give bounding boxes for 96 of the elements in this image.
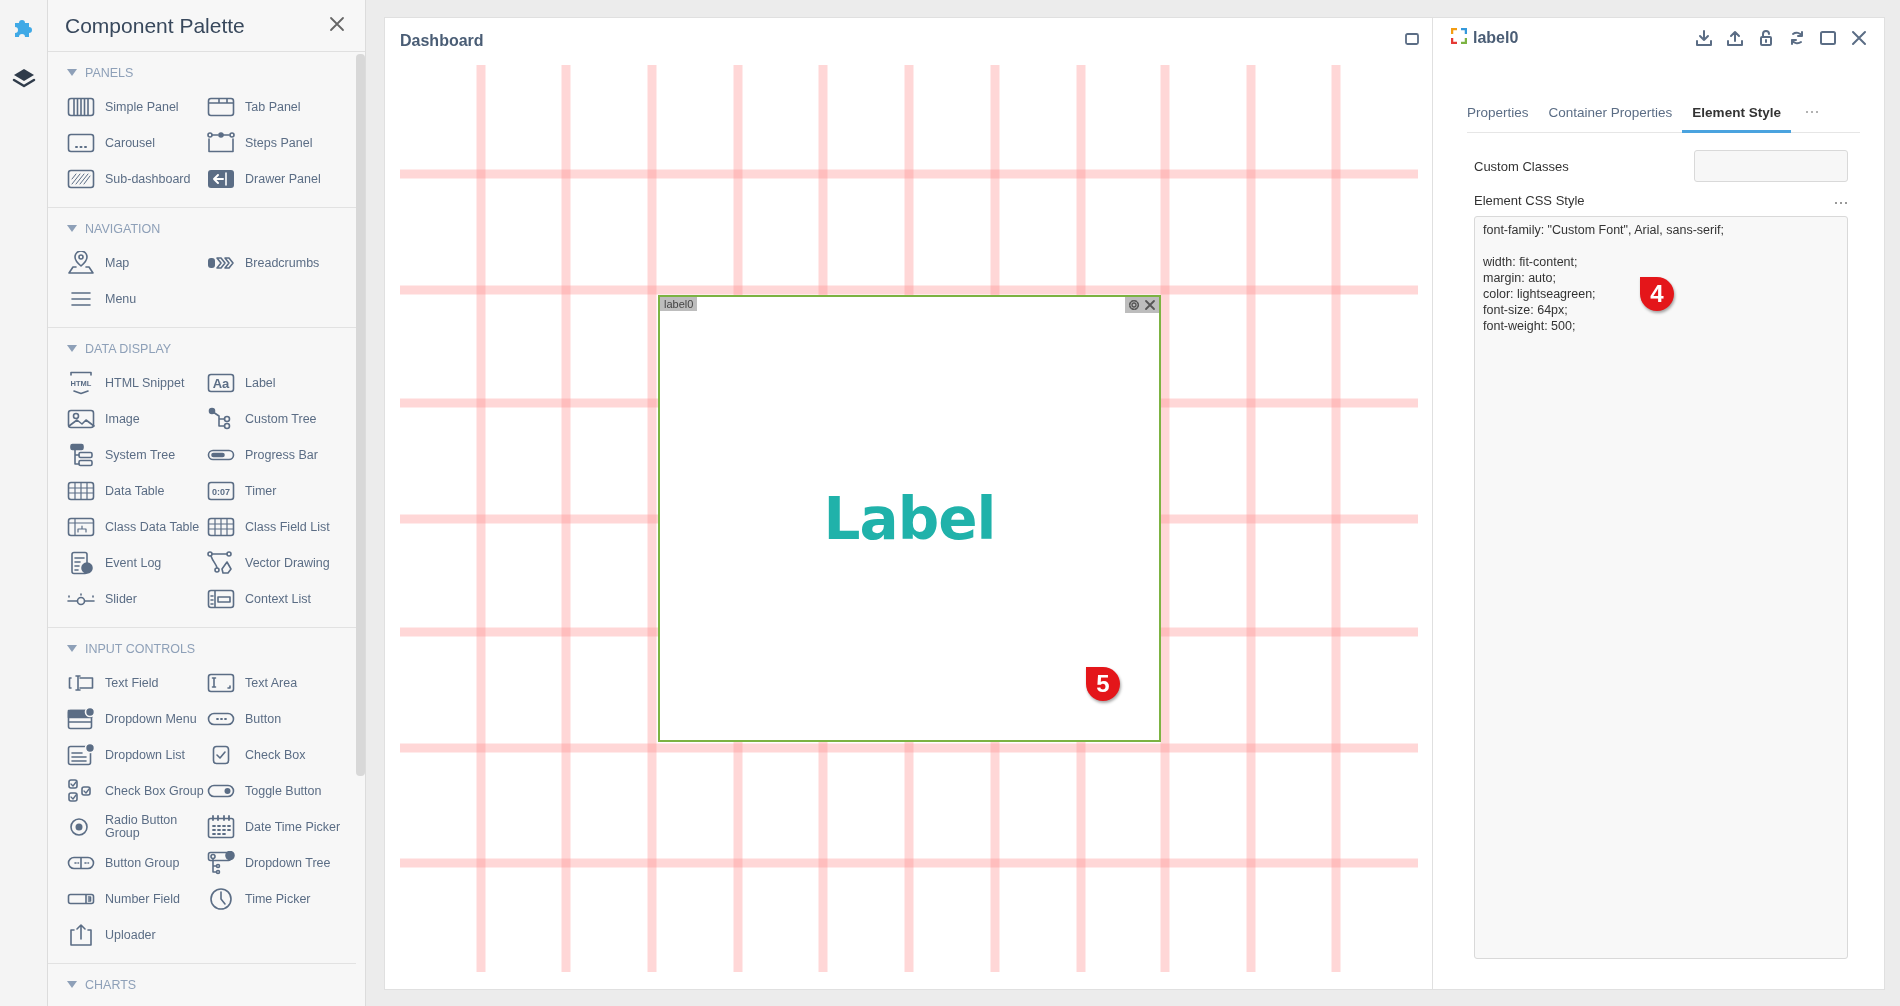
palette-item[interactable]: Class Field List (207, 509, 347, 545)
palette-item[interactable]: Event Log (67, 545, 207, 581)
palette-item[interactable]: Text Field (67, 665, 207, 701)
palette-item[interactable]: Time Picker (207, 881, 347, 917)
palette-item[interactable]: Steps Panel (207, 125, 347, 161)
label-text: Label (823, 484, 996, 553)
custom-classes-field[interactable] (1694, 150, 1848, 182)
upload-icon (67, 923, 95, 947)
palette-item[interactable]: Number Field (67, 881, 207, 917)
map-pin-icon (67, 251, 95, 275)
section-title: DATA DISPLAY (85, 342, 172, 356)
palette-item[interactable]: Breadcrumbs (207, 245, 347, 281)
palette-item[interactable]: Dropdown List (67, 737, 207, 773)
palette-item[interactable]: Dropdown Menu (67, 701, 207, 737)
field-label: Custom Classes (1474, 158, 1569, 174)
more-icon[interactable] (1804, 110, 1819, 114)
window-icon (207, 95, 235, 119)
pen-icon (207, 551, 235, 575)
section-title: PANELS (85, 66, 134, 80)
palette-item[interactable]: Button (207, 701, 347, 737)
clock-icon (207, 887, 235, 911)
palette-item[interactable]: Progress Bar (207, 437, 347, 473)
gear-icon[interactable] (1128, 299, 1140, 311)
collapse-icon[interactable] (67, 69, 77, 77)
palette-item[interactable]: Aa Label (207, 365, 347, 401)
close-icon[interactable] (1850, 29, 1868, 47)
dropdown-icon (67, 743, 95, 767)
palette-item[interactable]: Context List (207, 581, 347, 617)
palette-item[interactable]: Check Box (207, 737, 347, 773)
palette-item[interactable]: System Tree (67, 437, 207, 473)
palette-item[interactable]: Text Area (207, 665, 347, 701)
image-icon (67, 407, 95, 431)
palette-item[interactable]: Tab Panel (207, 89, 347, 125)
text-area-icon (207, 671, 235, 695)
maximize-icon[interactable] (1819, 29, 1837, 47)
tree-icon (67, 443, 95, 467)
ellipsis-box-icon (67, 131, 95, 155)
palette-item[interactable]: Dropdown Tree (207, 845, 347, 881)
palette-item[interactable]: Date Time Picker (207, 809, 347, 845)
field-label: Element CSS Style (1474, 192, 1585, 208)
dropdown-icon (67, 707, 95, 731)
palette-item[interactable]: Data Table (67, 473, 207, 509)
collapse-icon[interactable] (67, 345, 77, 353)
palette-item[interactable]: 0:07 Timer (207, 473, 347, 509)
palette-item[interactable]: Menu (67, 281, 207, 317)
drawer-icon (207, 167, 235, 191)
palette-item[interactable]: Check Box Group (67, 773, 207, 809)
tree-icon (207, 851, 235, 875)
table-icon (67, 515, 95, 539)
palette-item[interactable]: Toggle Button (207, 773, 347, 809)
table-icon (67, 479, 95, 503)
close-icon[interactable] (1144, 299, 1156, 311)
steps-icon (207, 131, 235, 155)
tab[interactable]: Properties (1467, 105, 1539, 133)
panel-title: label0 (1473, 29, 1520, 47)
download-icon[interactable] (1695, 29, 1713, 47)
palette-item[interactable]: Simple Panel (67, 89, 207, 125)
panel-icon (67, 95, 95, 119)
palette-item[interactable]: Slider (67, 581, 207, 617)
panel-title: Component Palette (65, 13, 245, 38)
upload-icon[interactable] (1726, 29, 1744, 47)
section-title: CHARTS (85, 978, 137, 992)
palette-item[interactable]: Map (67, 245, 207, 281)
collapse-icon[interactable] (67, 645, 77, 653)
widget-tag: label0 (660, 297, 698, 311)
tab[interactable]: Element Style (1682, 105, 1791, 133)
list-icon (207, 587, 235, 611)
palette-item[interactable]: Radio Button Group (67, 809, 207, 845)
label-widget[interactable]: label0 Label 5 (658, 295, 1161, 742)
letters-icon: Aa (207, 371, 235, 395)
collapse-icon[interactable] (67, 225, 77, 233)
table-icon (207, 515, 235, 539)
section-title: INPUT CONTROLS (85, 642, 196, 656)
close-icon[interactable] (329, 15, 345, 32)
palette-item[interactable]: Button Group (67, 845, 207, 881)
palette-item[interactable]: Image (67, 401, 207, 437)
palette-item[interactable]: Uploader (67, 917, 207, 953)
section-title: NAVIGATION (85, 222, 161, 236)
collapse-icon[interactable] (67, 981, 77, 989)
tab[interactable]: Container Properties (1538, 105, 1683, 133)
unlock-icon[interactable] (1757, 29, 1775, 47)
panel-title: Dashboard (400, 32, 484, 50)
logo-icon (1451, 28, 1467, 44)
refresh-icon[interactable] (1788, 29, 1806, 47)
more-icon[interactable] (1834, 201, 1848, 205)
hatched-box-icon (67, 167, 95, 191)
timer-icon: 0:07 (207, 479, 235, 503)
palette-item[interactable]: Sub-dashboard (67, 161, 207, 197)
palette-item[interactable]: Custom Tree (207, 401, 347, 437)
calendar-icon (207, 815, 235, 839)
callout-badge: 5 (1086, 667, 1120, 701)
maximize-icon[interactable] (1404, 31, 1420, 47)
palette-item[interactable]: Carousel (67, 125, 207, 161)
palette-item[interactable]: Class Data Table (67, 509, 207, 545)
palette-item[interactable]: Drawer Panel (207, 161, 347, 197)
palette-item[interactable]: Vector Drawing (207, 545, 347, 581)
